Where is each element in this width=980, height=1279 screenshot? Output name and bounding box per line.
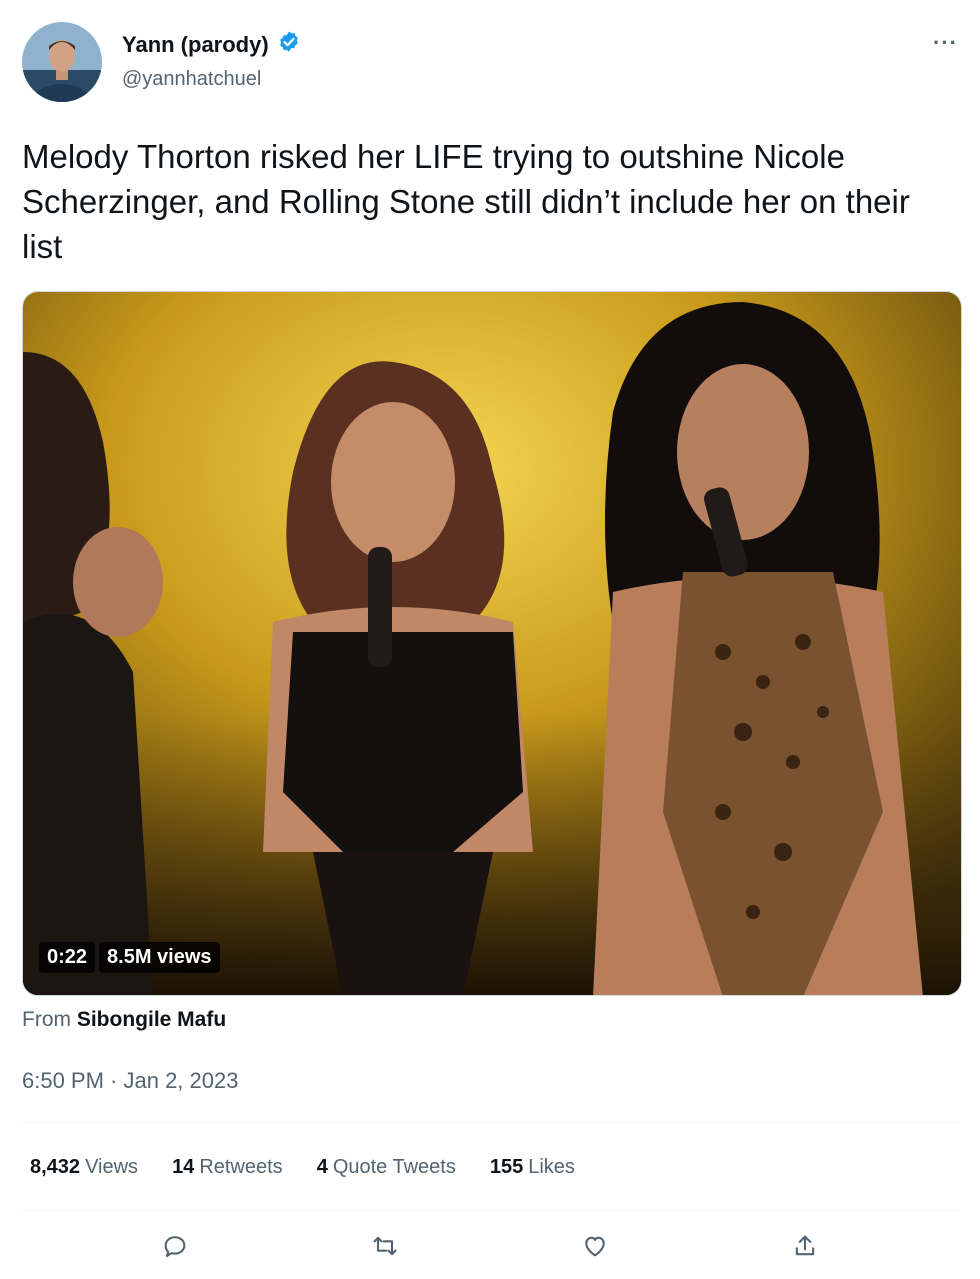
author-handle[interactable]: @yannhatchuel: [122, 68, 261, 91]
engagement-stats: 8,432 Views 14 Retweets 4 Quote Tweets 155 L…: [30, 1156, 575, 1179]
verified-badge-icon: [277, 30, 301, 59]
attribution-source-link[interactable]: Sibongile Mafu: [77, 1008, 226, 1031]
reply-icon[interactable]: [161, 1232, 189, 1265]
timestamp[interactable]: 6:50 PM · Jan 2, 2023: [22, 1068, 238, 1094]
likes-count: 155: [489, 1156, 524, 1178]
quotes-stat[interactable]: 4 Quote Tweets: [317, 1156, 456, 1179]
author-row: Yann (parody): [122, 30, 301, 59]
tweet-text: Melody Thorton risked her LIFE trying to…: [22, 138, 910, 265]
action-bar: [0, 1232, 980, 1265]
video-views: 8.5M views: [99, 942, 220, 973]
attribution: From Sibongile Mafu: [22, 1008, 226, 1032]
divider: [22, 1122, 958, 1123]
quotes-count: 4: [316, 1156, 328, 1178]
video-badge: 0:22 8.5M views: [39, 942, 220, 973]
more-icon[interactable]: ···: [933, 30, 958, 56]
views-count: 8,432: [30, 1156, 81, 1178]
retweet-icon[interactable]: [371, 1232, 399, 1265]
quotes-label: Quote Tweets: [332, 1156, 456, 1178]
video-duration: 0:22: [39, 942, 96, 973]
likes-label: Likes: [528, 1156, 575, 1178]
retweets-count: 14: [172, 1156, 195, 1178]
avatar[interactable]: [22, 22, 102, 102]
video-thumbnail: [23, 292, 961, 995]
author-name[interactable]: Yann (parody): [122, 32, 269, 58]
retweets-stat[interactable]: 14 Retweets: [172, 1156, 283, 1179]
retweets-label: Retweets: [199, 1156, 283, 1178]
likes-stat[interactable]: 155 Likes: [490, 1156, 575, 1179]
views-label: Views: [85, 1156, 139, 1178]
like-icon[interactable]: [581, 1232, 609, 1265]
share-icon[interactable]: [791, 1232, 819, 1265]
views-stat[interactable]: 8,432 Views: [30, 1156, 138, 1179]
divider: [22, 1210, 958, 1211]
video-player[interactable]: 0:22 8.5M views: [22, 291, 962, 996]
attribution-prefix: From: [22, 1008, 71, 1031]
